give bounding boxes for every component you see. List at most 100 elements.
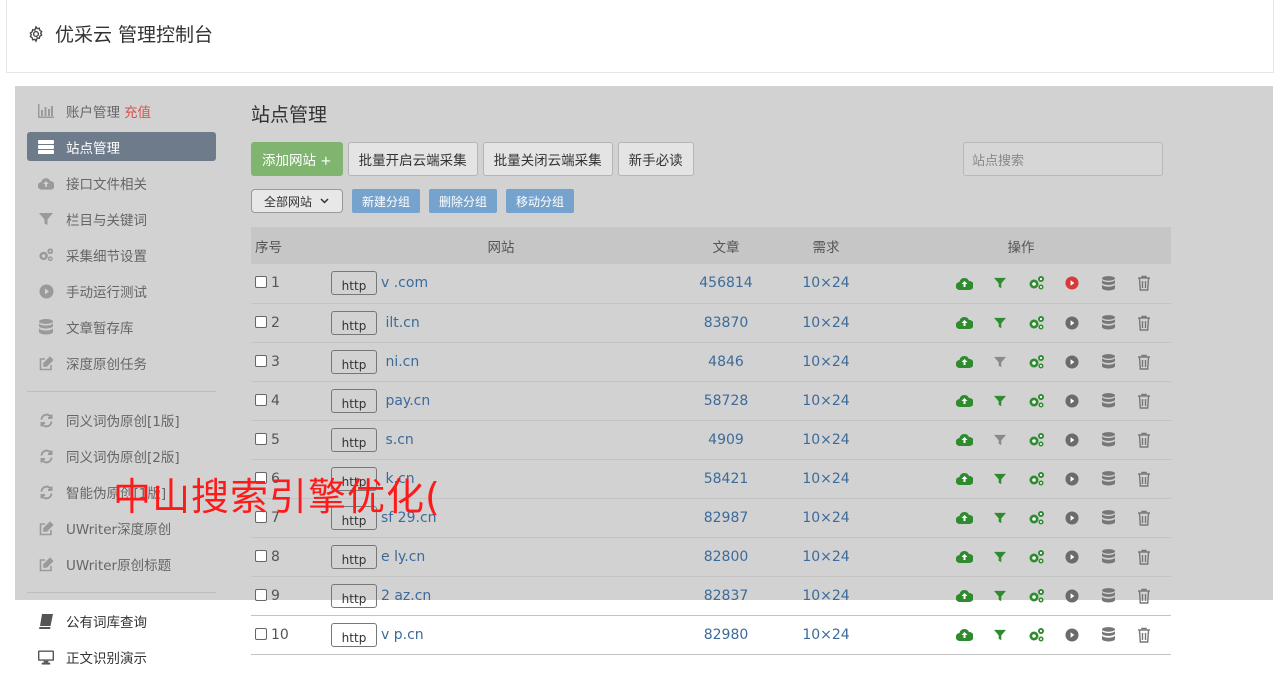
trash-icon[interactable]: [1135, 548, 1153, 566]
play-circle-icon[interactable]: [1063, 392, 1081, 410]
trash-icon[interactable]: [1135, 587, 1153, 605]
article-count[interactable]: 82837: [671, 576, 781, 615]
demand-value[interactable]: 10×24: [781, 537, 871, 576]
demand-value[interactable]: 10×24: [781, 615, 871, 654]
trash-icon[interactable]: [1135, 626, 1153, 644]
database-icon[interactable]: [1099, 587, 1117, 605]
gears-icon[interactable]: [1027, 274, 1045, 292]
trash-icon[interactable]: [1135, 353, 1153, 371]
filter-icon[interactable]: [991, 470, 1009, 488]
new-group-button[interactable]: 新建分组: [352, 189, 421, 213]
row-checkbox[interactable]: [255, 354, 267, 367]
recharge-link[interactable]: 充值: [124, 105, 151, 121]
row-checkbox[interactable]: [255, 549, 267, 562]
http-badge[interactable]: http: [331, 544, 377, 569]
article-count[interactable]: 83870: [671, 303, 781, 342]
filter-icon[interactable]: [991, 431, 1009, 449]
site-domain-link[interactable]: pay.cn: [381, 393, 430, 409]
play-circle-icon[interactable]: [1063, 274, 1081, 292]
gears-icon[interactable]: [1027, 314, 1045, 332]
trash-icon[interactable]: [1135, 314, 1153, 332]
demand-value[interactable]: 10×24: [781, 381, 871, 420]
sidebar-item-public-dictionary[interactable]: 公有词库查询: [27, 603, 216, 639]
sidebar-item-synonym-v1[interactable]: 同义词伪原创[1版]: [27, 402, 216, 438]
sidebar-item-uwriter-title[interactable]: UWriter原创标题: [27, 546, 216, 582]
site-domain-link[interactable]: e ly.cn: [381, 549, 425, 565]
play-circle-icon[interactable]: [1063, 314, 1081, 332]
play-circle-icon[interactable]: [1063, 509, 1081, 527]
gears-icon[interactable]: [1027, 431, 1045, 449]
add-site-button[interactable]: 添加网站 +: [251, 142, 343, 176]
sidebar-item-manual-run[interactable]: 手动运行测试: [27, 273, 216, 309]
site-domain-link[interactable]: 2 az.cn: [381, 588, 431, 604]
play-circle-icon[interactable]: [1063, 587, 1081, 605]
cloud-upload-icon[interactable]: [955, 431, 973, 449]
filter-icon[interactable]: [991, 314, 1009, 332]
article-count[interactable]: 58421: [671, 459, 781, 498]
site-domain-link[interactable]: v p.cn: [381, 627, 424, 643]
filter-icon[interactable]: [991, 626, 1009, 644]
cloud-upload-icon[interactable]: [955, 392, 973, 410]
beginner-guide-button[interactable]: 新手必读: [617, 142, 694, 176]
batch-close-cloud-button[interactable]: 批量关闭云端采集: [482, 142, 613, 176]
database-icon[interactable]: [1099, 548, 1117, 566]
filter-icon[interactable]: [991, 548, 1009, 566]
row-checkbox[interactable]: [255, 627, 267, 640]
http-badge[interactable]: http: [331, 349, 377, 374]
filter-icon[interactable]: [991, 353, 1009, 371]
cloud-upload-icon[interactable]: [955, 274, 973, 292]
demand-value[interactable]: 10×24: [781, 459, 871, 498]
demand-value[interactable]: 10×24: [781, 576, 871, 615]
demand-value[interactable]: 10×24: [781, 264, 871, 303]
gears-icon[interactable]: [1027, 626, 1045, 644]
filter-icon[interactable]: [991, 509, 1009, 527]
trash-icon[interactable]: [1135, 431, 1153, 449]
row-checkbox[interactable]: [255, 393, 267, 406]
sidebar-item-text-recognition[interactable]: 正文识别演示: [27, 639, 216, 675]
site-domain-link[interactable]: ilt.cn: [381, 315, 419, 331]
cloud-upload-icon[interactable]: [955, 587, 973, 605]
site-domain-link[interactable]: v .com: [381, 275, 428, 291]
play-circle-icon[interactable]: [1063, 548, 1081, 566]
article-count[interactable]: 4909: [671, 420, 781, 459]
database-icon[interactable]: [1099, 431, 1117, 449]
sidebar-item-deep-original[interactable]: 深度原创任务: [27, 345, 216, 381]
database-icon[interactable]: [1099, 314, 1117, 332]
row-checkbox[interactable]: [255, 276, 267, 289]
article-count[interactable]: 456814: [671, 264, 781, 303]
gears-icon[interactable]: [1027, 353, 1045, 371]
cloud-upload-icon[interactable]: [955, 626, 973, 644]
gears-icon[interactable]: [1027, 548, 1045, 566]
move-group-button[interactable]: 移动分组: [506, 189, 575, 213]
filter-icon[interactable]: [991, 587, 1009, 605]
http-badge[interactable]: http: [331, 388, 377, 413]
demand-value[interactable]: 10×24: [781, 342, 871, 381]
filter-icon[interactable]: [991, 274, 1009, 292]
article-count[interactable]: 82980: [671, 615, 781, 654]
gears-icon[interactable]: [1027, 470, 1045, 488]
sidebar-item-account[interactable]: 账户管理 充值: [27, 93, 216, 129]
batch-open-cloud-button[interactable]: 批量开启云端采集: [347, 142, 478, 176]
gears-icon[interactable]: [1027, 587, 1045, 605]
database-icon[interactable]: [1099, 626, 1117, 644]
site-domain-link[interactable]: s.cn: [381, 432, 413, 448]
article-count[interactable]: 58728: [671, 381, 781, 420]
group-select[interactable]: 全部网站: [251, 189, 343, 213]
http-badge[interactable]: http: [331, 427, 377, 452]
play-circle-icon[interactable]: [1063, 353, 1081, 371]
filter-icon[interactable]: [991, 392, 1009, 410]
demand-value[interactable]: 10×24: [781, 498, 871, 537]
article-count[interactable]: 82800: [671, 537, 781, 576]
site-search-input[interactable]: 站点搜索: [963, 142, 1163, 176]
sidebar-item-collect-settings[interactable]: 采集细节设置: [27, 237, 216, 273]
delete-group-button[interactable]: 删除分组: [429, 189, 498, 213]
cloud-upload-icon[interactable]: [955, 314, 973, 332]
play-circle-icon[interactable]: [1063, 431, 1081, 449]
trash-icon[interactable]: [1135, 470, 1153, 488]
cloud-upload-icon[interactable]: [955, 548, 973, 566]
http-badge[interactable]: http: [331, 583, 377, 608]
database-icon[interactable]: [1099, 274, 1117, 292]
trash-icon[interactable]: [1135, 392, 1153, 410]
sidebar-item-article-store[interactable]: 文章暂存库: [27, 309, 216, 345]
sidebar-item-interface-files[interactable]: 接口文件相关: [27, 165, 216, 201]
